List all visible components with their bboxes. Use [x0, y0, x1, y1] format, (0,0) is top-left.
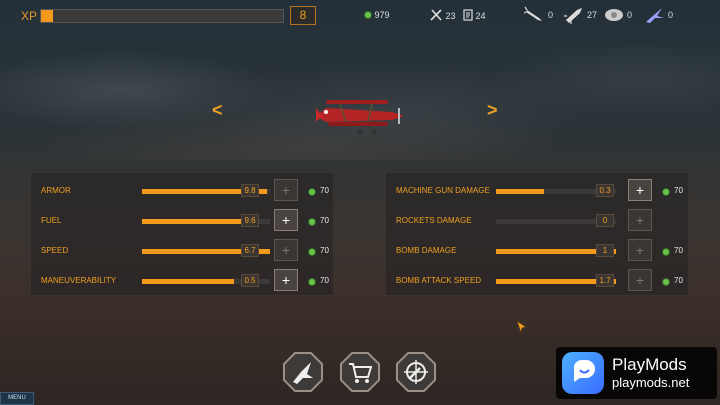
stat-value: 0.3 [596, 184, 614, 197]
rocket-ammo: 27 [563, 6, 597, 24]
plane-stats-panel: ARMOR 9.8 +70 FUEL 9.6 +70 SPEED 6.7 +70 MANEUVER… [30, 172, 334, 296]
stat-value: 9.8 [241, 184, 259, 197]
document-icon [463, 9, 473, 21]
bomb-ammo: 0 [524, 6, 553, 24]
upgrade-button[interactable]: + [628, 209, 652, 231]
coin-icon [308, 247, 316, 256]
price-value: 70 [320, 276, 329, 285]
next-plane-arrow[interactable]: > [487, 100, 498, 121]
price-value: 70 [320, 246, 329, 255]
stat-value: 1.7 [596, 274, 614, 287]
upgrade-button[interactable]: + [274, 179, 298, 201]
price-value: 70 [320, 216, 329, 225]
fighter-jet-icon [646, 8, 664, 23]
stat-row: SPEED 6.7 +70 [31, 236, 333, 266]
stat-label: ARMOR [41, 186, 71, 195]
blueprints-value: 24 [475, 11, 486, 21]
menu-button[interactable]: MENU [0, 392, 34, 405]
price-value: 70 [320, 186, 329, 195]
stat-row: FUEL 9.6 +70 [31, 206, 333, 236]
coins-counter: 979 [364, 10, 390, 20]
rocket-icon [564, 8, 582, 24]
stat-bar-fill [496, 189, 544, 194]
upgrade-button[interactable]: + [274, 209, 298, 231]
upgrade-price: 70 [662, 276, 683, 286]
price-value: 70 [674, 276, 683, 285]
stat-label: BOMB ATTACK SPEED [396, 276, 482, 285]
stat-value: 0 [596, 214, 614, 227]
xp-label: XP [21, 9, 38, 23]
stat-bar-fill [142, 279, 235, 284]
jet-ammo: 0 [644, 6, 673, 24]
stat-value: 9.6 [241, 214, 259, 227]
stat-label: MACHINE GUN DAMAGE [396, 186, 490, 195]
biplane-image [316, 100, 404, 135]
stat-label: SPEED [41, 246, 69, 255]
upgrade-price: 70 [308, 276, 329, 286]
coin-icon [308, 217, 316, 226]
upgrade-button[interactable]: + [628, 239, 652, 261]
mouse-cursor-icon [516, 320, 527, 334]
wrench-icon [430, 9, 442, 21]
hangar-plane-button[interactable] [283, 352, 323, 392]
previous-plane-arrow[interactable]: < [212, 100, 223, 121]
weapon-stats-panel: MACHINE GUN DAMAGE 0.3 +70 ROCKETS DAMAGE 0 +… [385, 172, 689, 296]
upgrade-button[interactable]: + [628, 179, 652, 201]
cluster-bomb-count: 0 [627, 10, 633, 20]
coin-icon [662, 277, 670, 286]
stat-label: ROCKETS DAMAGE [396, 216, 472, 225]
stat-value: 6.7 [241, 244, 259, 257]
watermark-title: PlayMods [612, 355, 687, 374]
upgrade-price: 70 [662, 246, 683, 256]
coin-icon [308, 277, 316, 286]
price-value: 70 [674, 186, 683, 195]
stat-label: FUEL [41, 216, 62, 225]
stat-row: MACHINE GUN DAMAGE 0.3 +70 [386, 176, 688, 206]
shop-cart-button[interactable] [340, 352, 380, 392]
bomb-icon [524, 6, 542, 21]
bomb-count: 0 [548, 10, 554, 20]
blueprints-counter: 24 [463, 9, 486, 21]
stat-row: MANEUVERABILITY 0.5 +70 [31, 266, 333, 296]
stat-value: 1 [596, 244, 614, 257]
upgrade-price: 70 [308, 186, 329, 196]
upgrade-button[interactable]: + [274, 269, 298, 291]
player-level: 8 [290, 6, 316, 25]
upgrade-button[interactable]: + [628, 269, 652, 291]
sky-background [0, 30, 720, 160]
top-bar: XP 8 979 23 24 0 27 0 0 [0, 0, 720, 32]
coin-icon [364, 11, 372, 19]
upgrade-price: 70 [308, 246, 329, 256]
cluster-bomb-icon [605, 9, 623, 21]
playmods-watermark: PlayMods playmods.net [556, 347, 717, 399]
tools-counter: 23 [430, 9, 456, 21]
xp-progress-fill [41, 10, 54, 22]
stat-row: BOMB ATTACK SPEED 1.7 +70 [386, 266, 688, 296]
jet-count: 0 [668, 10, 674, 20]
stat-value: 0.5 [241, 274, 259, 287]
coin-icon [662, 247, 670, 256]
stat-label: MANEUVERABILITY [41, 276, 117, 285]
upgrade-price: 70 [308, 216, 329, 226]
watermark-url: playmods.net [612, 375, 690, 390]
coins-value: 979 [374, 10, 390, 20]
upgrade-button[interactable]: + [274, 239, 298, 261]
target-button[interactable] [396, 352, 436, 392]
coin-icon [308, 187, 316, 196]
stat-row: ARMOR 9.8 +70 [31, 176, 333, 206]
xp-progress-bar [40, 9, 284, 23]
price-value: 70 [674, 246, 683, 255]
cluster-bomb-ammo: 0 [603, 6, 632, 24]
stat-row: ROCKETS DAMAGE 0 + [386, 206, 688, 236]
playmods-logo-icon [562, 352, 604, 394]
upgrade-price: 70 [662, 186, 683, 196]
stat-bar-fill [142, 219, 254, 224]
tools-value: 23 [445, 11, 456, 21]
coin-icon [662, 187, 670, 196]
rocket-count: 27 [587, 10, 598, 20]
stat-row: BOMB DAMAGE 1 +70 [386, 236, 688, 266]
stat-label: BOMB DAMAGE [396, 246, 457, 255]
